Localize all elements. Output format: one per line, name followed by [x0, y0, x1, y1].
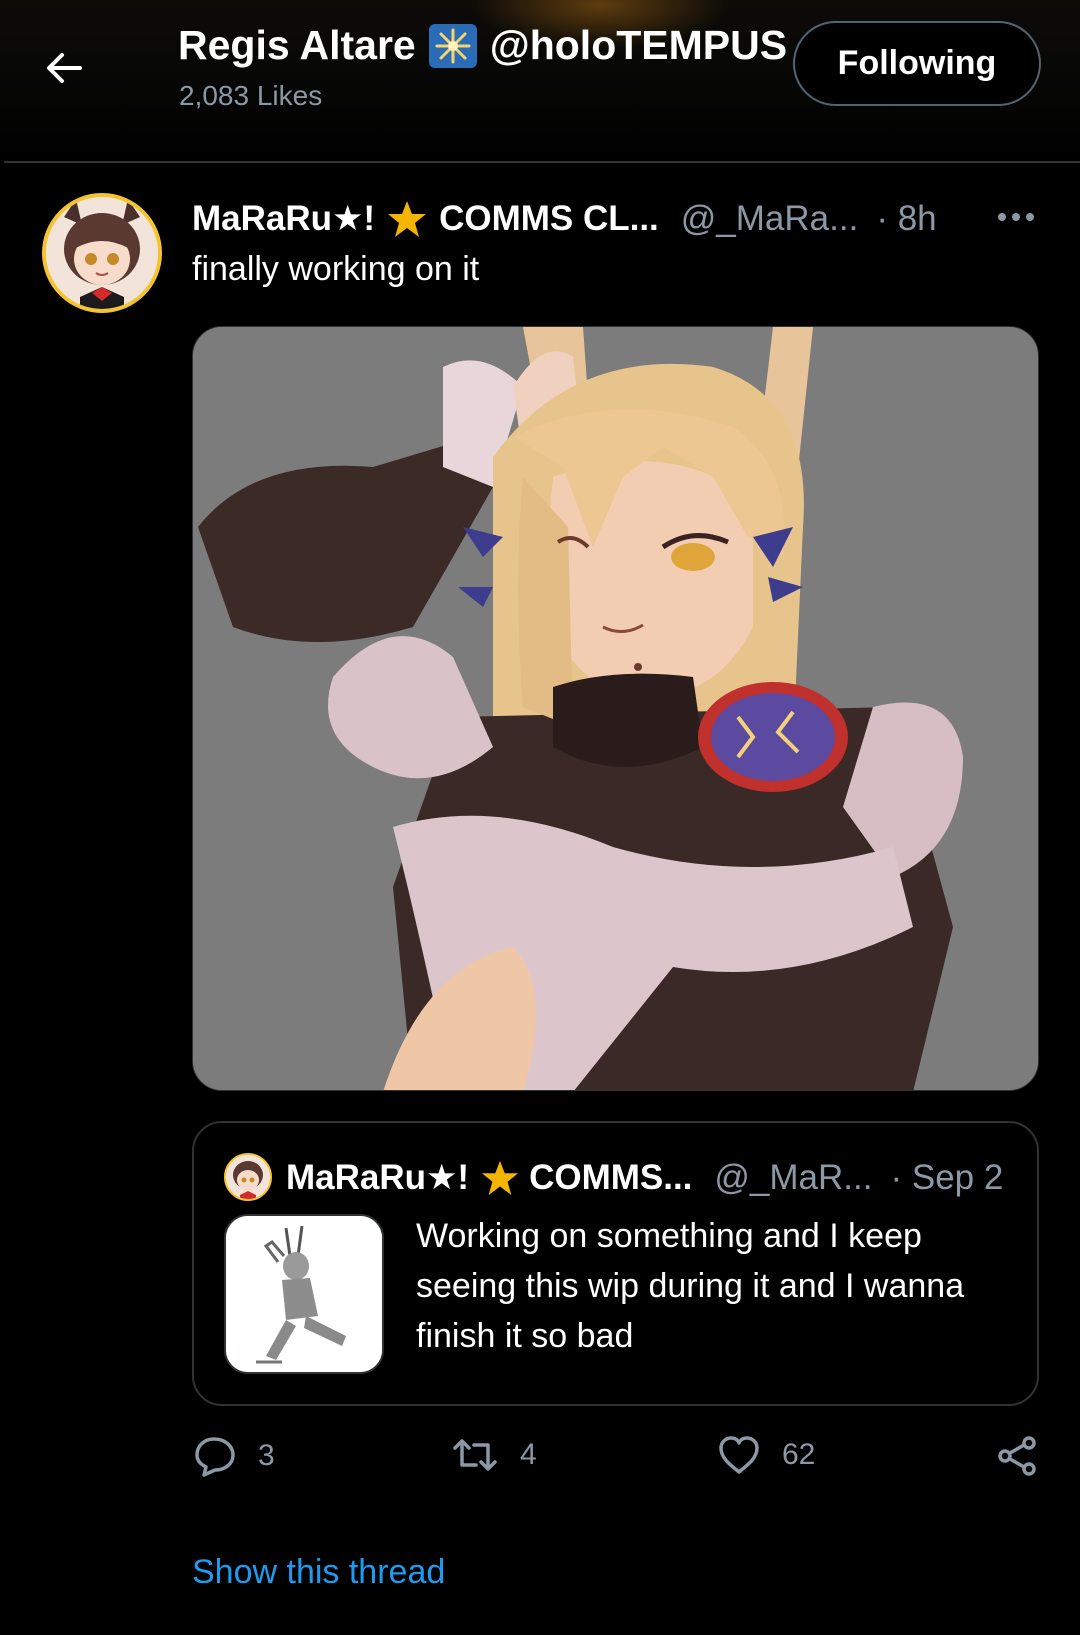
- author-handle[interactable]: @_MaRa...: [681, 199, 859, 239]
- profile-name: Regis Altare: [178, 22, 416, 68]
- heart-icon: [719, 1436, 759, 1474]
- share-button[interactable]: [996, 1435, 1038, 1477]
- tweet-image[interactable]: [192, 326, 1039, 1091]
- star-icon: [482, 1160, 519, 1196]
- retweet-count: 4: [520, 1438, 537, 1471]
- quote-header: MaRaRu★! COMMS... @_MaR... · Sep 2: [286, 1153, 1003, 1203]
- likes-count: 2,083 Likes: [179, 80, 323, 111]
- share-icon: [998, 1436, 1036, 1476]
- quote-author-handle: @_MaR...: [714, 1158, 873, 1197]
- sparkle-badge-icon: [428, 23, 477, 68]
- quote-text: Working on something and I keep seeing t…: [416, 1217, 965, 1355]
- retweet-icon: [453, 1439, 497, 1471]
- author-name[interactable]: MaRaRu★!: [192, 199, 375, 239]
- top-bar: Regis Altare @holoTEMPUS 2,083 Likes Fol…: [0, 0, 1080, 162]
- tweet-time[interactable]: · 8h: [876, 199, 936, 239]
- quote-author-avatar: [224, 1153, 272, 1201]
- following-button[interactable]: Following: [793, 21, 1041, 106]
- tweet-header: MaRaRu★! COMMS CL... @_MaRa... · 8h: [192, 195, 937, 243]
- profile-title: Regis Altare @holoTEMPUS: [178, 22, 787, 69]
- artwork-illustration: [193, 327, 1038, 1090]
- back-arrow-icon: [47, 53, 82, 83]
- like-button[interactable]: 62: [718, 1435, 815, 1475]
- reply-button[interactable]: 3: [194, 1435, 275, 1477]
- tweet-text: finally working on it: [192, 250, 480, 288]
- profile-handle: @holoTEMPUS: [489, 22, 788, 68]
- star-icon: [388, 201, 427, 237]
- sketch-illustration: [226, 1216, 382, 1372]
- quote-author-name-rest: COMMS...: [529, 1158, 693, 1197]
- reply-icon: [195, 1437, 235, 1477]
- quote-time: · Sep 2: [890, 1158, 1004, 1197]
- reply-count: 3: [258, 1439, 275, 1472]
- author-avatar[interactable]: [42, 193, 162, 313]
- author-name-rest[interactable]: COMMS CL...: [439, 199, 659, 239]
- header-divider: [4, 161, 1080, 163]
- show-thread-link[interactable]: Show this thread: [192, 1553, 445, 1592]
- quote-author-name: MaRaRu★!: [286, 1158, 470, 1197]
- quote-image[interactable]: [224, 1214, 384, 1374]
- quoted-tweet[interactable]: MaRaRu★! COMMS... @_MaR... · Sep 2 Worki…: [192, 1121, 1039, 1406]
- back-button[interactable]: [36, 40, 92, 96]
- like-count: 62: [782, 1438, 816, 1471]
- avatar-art: [46, 197, 158, 309]
- more-icon: [998, 213, 1034, 221]
- retweet-button[interactable]: 4: [452, 1435, 537, 1475]
- more-button[interactable]: [996, 202, 1036, 232]
- tweet-actions: 3 4 62: [0, 1435, 1080, 1495]
